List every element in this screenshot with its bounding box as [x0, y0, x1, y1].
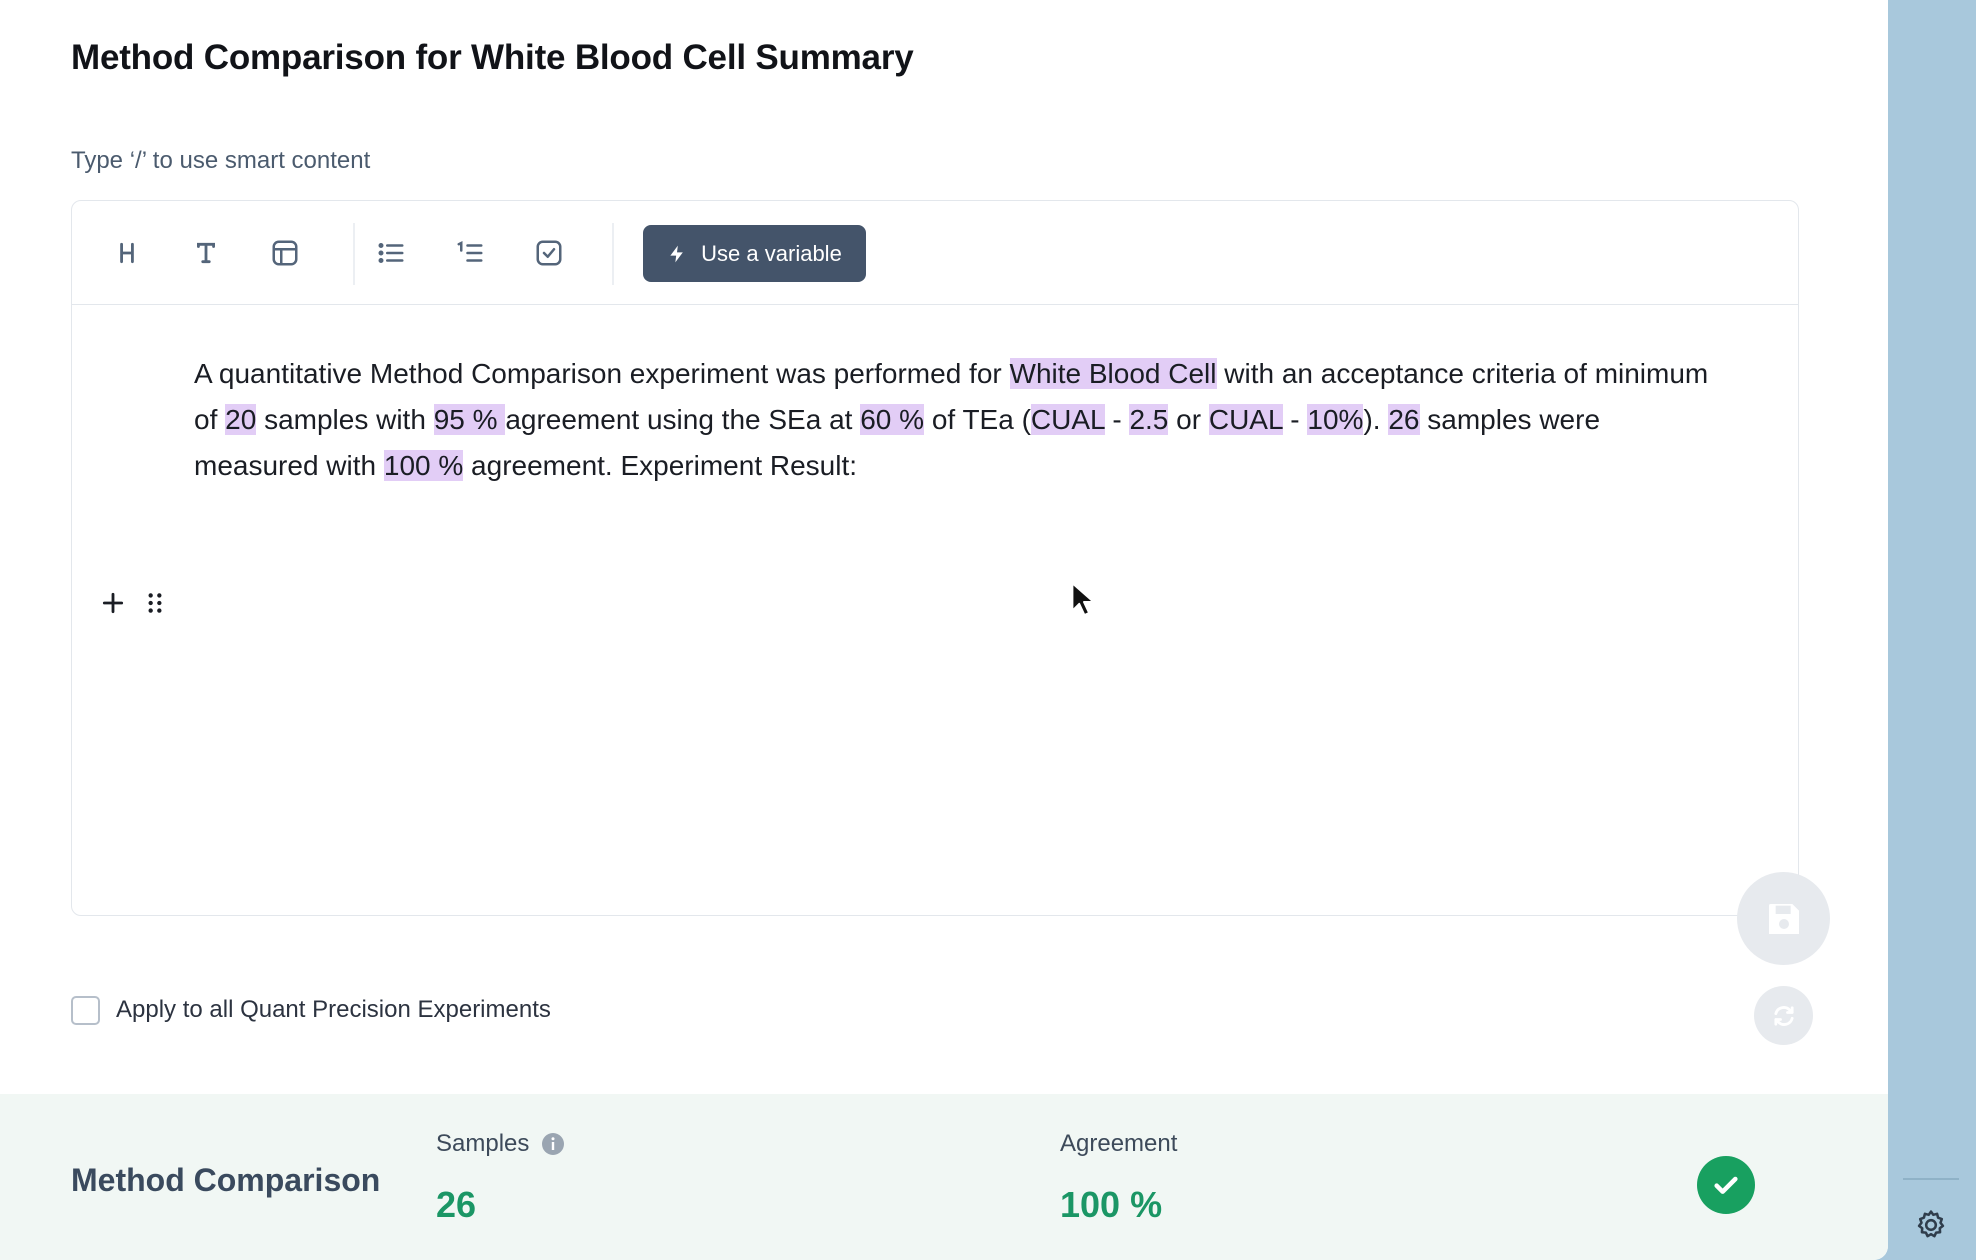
- settings-button[interactable]: [1912, 1206, 1950, 1244]
- variable-chip[interactable]: 95 %: [433, 404, 506, 435]
- drag-handle-icon[interactable]: [144, 590, 166, 616]
- text-button[interactable]: [184, 231, 228, 275]
- paragraph-text: agreement using the SEa at: [505, 404, 861, 435]
- editor-toolbar: Use a variable: [72, 201, 1798, 305]
- checklist-icon: [536, 240, 562, 266]
- variable-chip[interactable]: 100 %: [383, 450, 464, 481]
- toolbar-separator: [612, 223, 614, 285]
- agreement-value: 100 %: [1060, 1184, 1163, 1225]
- apply-all-checkbox[interactable]: [71, 995, 100, 1025]
- samples-label-group: Samples: [436, 1130, 565, 1158]
- page-title: Method Comparison for White Blood Cell S…: [71, 38, 914, 77]
- paragraph-text: or: [1168, 404, 1209, 435]
- sync-icon: [1773, 1005, 1794, 1026]
- smart-content-hint: Type ‘/’ to use smart content: [71, 147, 371, 174]
- result-summary-bar: Method Comparison Samples 26 Agreement 1…: [0, 1094, 1888, 1260]
- right-side-rail: [1888, 0, 1976, 1260]
- refresh-button[interactable]: [1754, 986, 1813, 1045]
- apply-all-label: Apply to all Quant Precision Experiments: [116, 996, 551, 1023]
- variable-chip[interactable]: White Blood Cell: [1009, 358, 1217, 389]
- gear-icon: [1917, 1210, 1945, 1238]
- mouse-cursor-icon: [1071, 582, 1095, 616]
- checkmark-icon: [1714, 1176, 1738, 1194]
- apply-all-row[interactable]: Apply to all Quant Precision Experiments: [71, 995, 551, 1025]
- paragraph-text: samples with: [256, 404, 434, 435]
- numbered-list-button[interactable]: [448, 231, 492, 275]
- table-button[interactable]: [263, 231, 307, 275]
- toolbar-separator: [353, 223, 355, 285]
- pass-status-badge: [1697, 1156, 1755, 1214]
- variable-chip[interactable]: 60 %: [860, 404, 925, 435]
- samples-value: 26: [436, 1184, 477, 1225]
- use-variable-label: Use a variable: [701, 240, 842, 266]
- save-icon: [1768, 903, 1799, 934]
- rich-text-editor: Use a variable A quantitative Method Com…: [71, 200, 1799, 916]
- paragraph-text: -: [1282, 404, 1308, 435]
- bullet-list-button[interactable]: [369, 231, 413, 275]
- use-variable-button[interactable]: Use a variable: [643, 225, 866, 282]
- summary-editor-panel: Method Comparison for White Blood Cell S…: [0, 0, 1888, 1260]
- save-button[interactable]: [1737, 872, 1830, 965]
- paragraph-text: of TEa (: [924, 404, 1031, 435]
- variable-chip[interactable]: CUAL: [1208, 404, 1283, 435]
- variable-chip[interactable]: 26: [1388, 404, 1420, 435]
- heading-button[interactable]: [105, 231, 149, 275]
- variable-chip[interactable]: 10%: [1307, 404, 1364, 435]
- block-controls: [100, 583, 180, 623]
- numbered-list-icon: [457, 240, 483, 262]
- rail-divider: [1903, 1178, 1959, 1180]
- table-icon: [272, 240, 298, 266]
- agreement-label: Agreement: [1060, 1130, 1178, 1157]
- add-block-icon[interactable]: [100, 590, 126, 616]
- variable-chip[interactable]: 20: [225, 404, 257, 435]
- samples-label: Samples: [436, 1130, 530, 1157]
- lightning-icon: [670, 245, 684, 262]
- paragraph-text: ).: [1363, 404, 1389, 435]
- editor-content[interactable]: A quantitative Method Comparison experim…: [194, 351, 1714, 489]
- paragraph-text: A quantitative Method Comparison experim…: [194, 358, 1010, 389]
- variable-chip[interactable]: CUAL: [1030, 404, 1105, 435]
- summary-title: Method Comparison: [71, 1162, 381, 1198]
- paragraph-text: -: [1104, 404, 1130, 435]
- heading-icon: [120, 242, 134, 264]
- text-icon: [197, 242, 215, 264]
- info-icon[interactable]: [541, 1132, 565, 1156]
- variable-chip[interactable]: 2.5: [1129, 404, 1169, 435]
- paragraph-text: agreement. Experiment Result:: [463, 450, 858, 481]
- bullet-list-icon: [378, 243, 404, 263]
- checklist-button[interactable]: [527, 231, 571, 275]
